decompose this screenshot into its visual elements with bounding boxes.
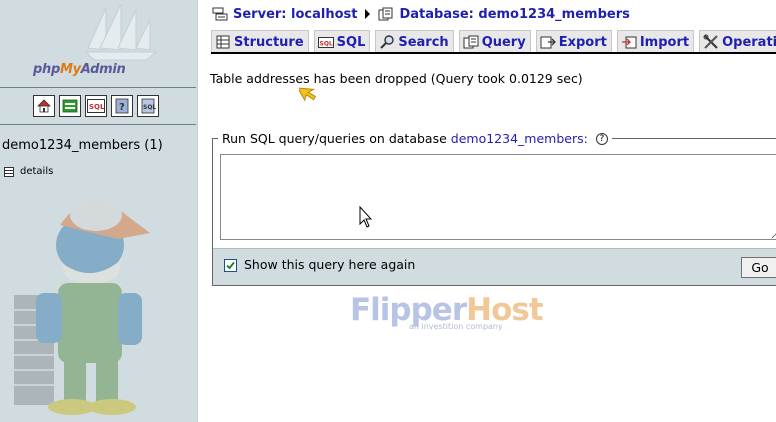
breadcrumb-server-link[interactable]: Server: localhost <box>233 7 357 22</box>
tab-bar: Structure SQL SQL Search Query Export Im… <box>211 30 776 53</box>
tab-export[interactable]: Export <box>535 30 612 53</box>
nav-separator <box>0 124 196 125</box>
svg-text:SQL: SQL <box>89 103 105 111</box>
database-icon <box>378 7 394 21</box>
sql-icon: SQL <box>87 99 105 113</box>
breadcrumb-arrow-icon <box>365 9 371 19</box>
tab-structure[interactable]: Structure <box>211 30 309 53</box>
tab-underline <box>211 52 776 54</box>
svg-text:SQL: SQL <box>143 104 156 111</box>
tab-operations[interactable]: Operations <box>699 30 776 53</box>
home-icon <box>37 99 51 113</box>
breadcrumb-database-link[interactable]: Database: demo1234_members <box>399 7 629 22</box>
server-icon <box>212 7 228 21</box>
table-label: details <box>20 166 54 177</box>
legend-database-link[interactable]: demo1234_members: <box>451 131 588 146</box>
svg-text:?: ? <box>119 102 125 113</box>
sql-query-legend: Run SQL query/queries on database demo12… <box>218 131 612 146</box>
status-message: Table addresses has been dropped (Query … <box>210 71 583 86</box>
nav-icon-row: SQL ? SQL <box>33 95 159 117</box>
table-icon <box>4 166 14 177</box>
tab-label: Export <box>558 34 607 50</box>
tab-label: Search <box>398 34 449 50</box>
tab-label: Query <box>481 34 526 50</box>
sql-docs-icon: SQL <box>141 98 156 114</box>
structure-icon <box>215 34 231 50</box>
show-query-label[interactable]: Show this query here again <box>244 257 415 272</box>
watermark-tagline: an investition company <box>409 322 503 331</box>
sailing-ship-logo <box>84 3 158 61</box>
documentation-button[interactable]: ? <box>111 95 133 117</box>
tab-sql[interactable]: SQL SQL <box>313 30 371 53</box>
show-query-checkbox[interactable] <box>224 259 237 272</box>
operations-icon <box>703 34 719 50</box>
query-window-icon <box>62 99 78 113</box>
tab-label: Structure <box>234 34 304 50</box>
sql-query-textarea[interactable] <box>220 154 776 240</box>
go-button[interactable]: Go <box>741 257 776 278</box>
legend-text: Run SQL query/queries on database <box>222 131 447 146</box>
docs-icon: ? <box>115 98 129 114</box>
query-icon <box>463 34 479 50</box>
main-frame: Server: localhost Database: demo1234_mem… <box>204 0 776 422</box>
database-link[interactable]: demo1234_members (1) <box>2 138 163 153</box>
sql-documentation-button[interactable]: SQL <box>137 95 159 117</box>
svg-text:SQL: SQL <box>319 41 332 48</box>
dolphin-mascot-watermark <box>14 199 150 415</box>
nav-separator <box>0 87 196 88</box>
sql-button[interactable]: SQL <box>85 95 107 117</box>
tab-label: SQL <box>336 34 366 50</box>
import-icon <box>621 34 637 50</box>
phpmyadmin-logo[interactable]: phpMyAdmin <box>33 62 126 77</box>
tab-label: Operations <box>722 34 776 50</box>
table-link-details[interactable]: details <box>4 166 53 177</box>
sql-icon: SQL <box>317 34 334 50</box>
navigation-frame: phpMyAdmin SQL ? SQL demo1234_members (1… <box>0 0 198 422</box>
check-icon <box>226 261 235 270</box>
query-window-button[interactable] <box>59 95 81 117</box>
export-icon <box>540 34 556 50</box>
tab-label: Import <box>639 34 690 50</box>
highlight-pointer-icon <box>299 87 316 102</box>
breadcrumb: Server: localhost Database: demo1234_mem… <box>212 5 630 23</box>
tab-query[interactable]: Query <box>458 30 531 53</box>
tab-import[interactable]: Import <box>616 30 695 53</box>
tab-search[interactable]: Search <box>375 30 454 53</box>
home-button[interactable] <box>33 95 55 117</box>
search-icon <box>379 34 395 50</box>
mouse-cursor-icon <box>359 206 373 228</box>
help-icon[interactable]: ? <box>595 132 608 145</box>
